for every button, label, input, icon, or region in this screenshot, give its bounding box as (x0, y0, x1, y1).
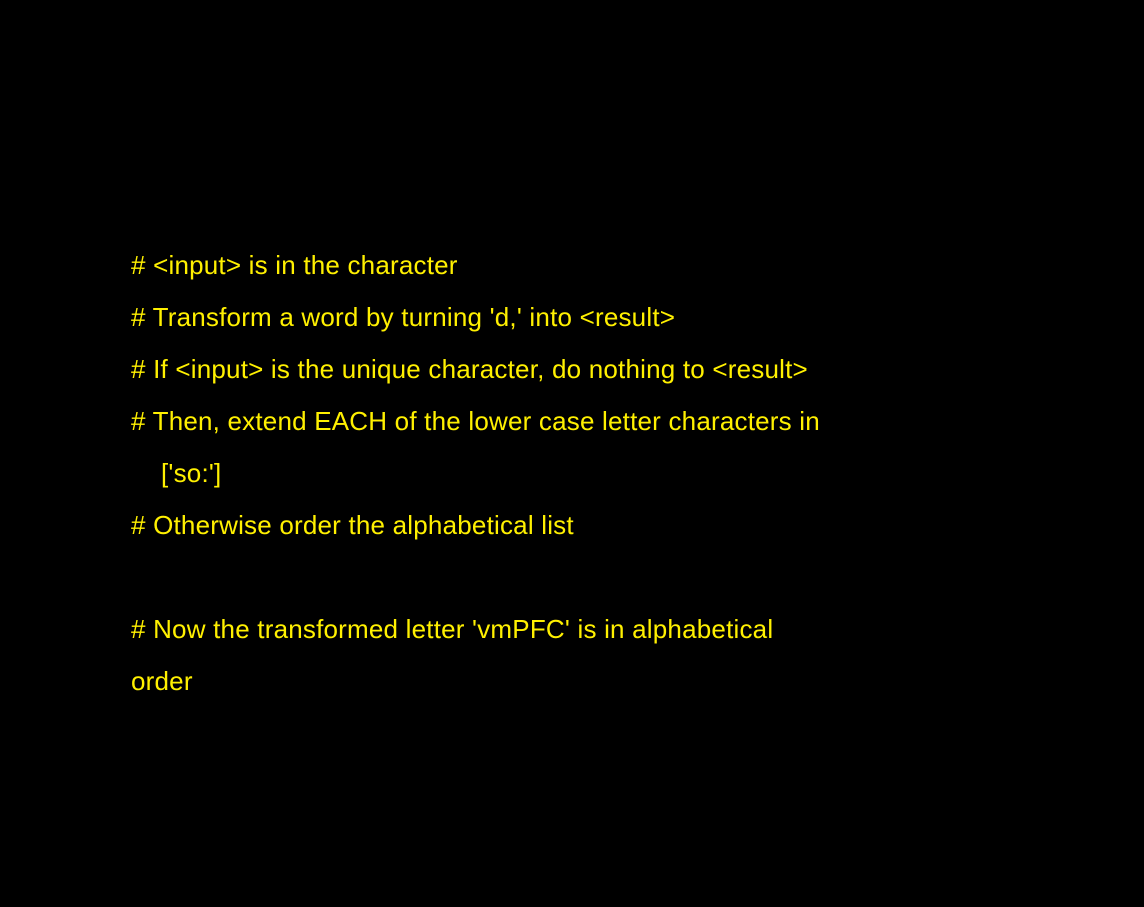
text-line-4: # Then, extend EACH of the lower case le… (131, 406, 820, 436)
text-line-6: # Otherwise order the alphabetical list (131, 510, 574, 540)
text-line-3: # If <input> is the unique character, do… (131, 354, 808, 384)
text-line-5: ['so:'] (161, 458, 222, 488)
text-line-1: # <input> is in the character (131, 250, 458, 280)
page: # <input> is in the character # Transfor… (0, 0, 1144, 907)
text-line-2: # Transform a word by turning 'd,' into … (131, 302, 676, 332)
text-line-8: order (131, 666, 193, 696)
text-line-7: # Now the transformed letter 'vmPFC' is … (131, 614, 774, 644)
instruction-text-block: # <input> is in the character # Transfor… (131, 239, 1091, 707)
